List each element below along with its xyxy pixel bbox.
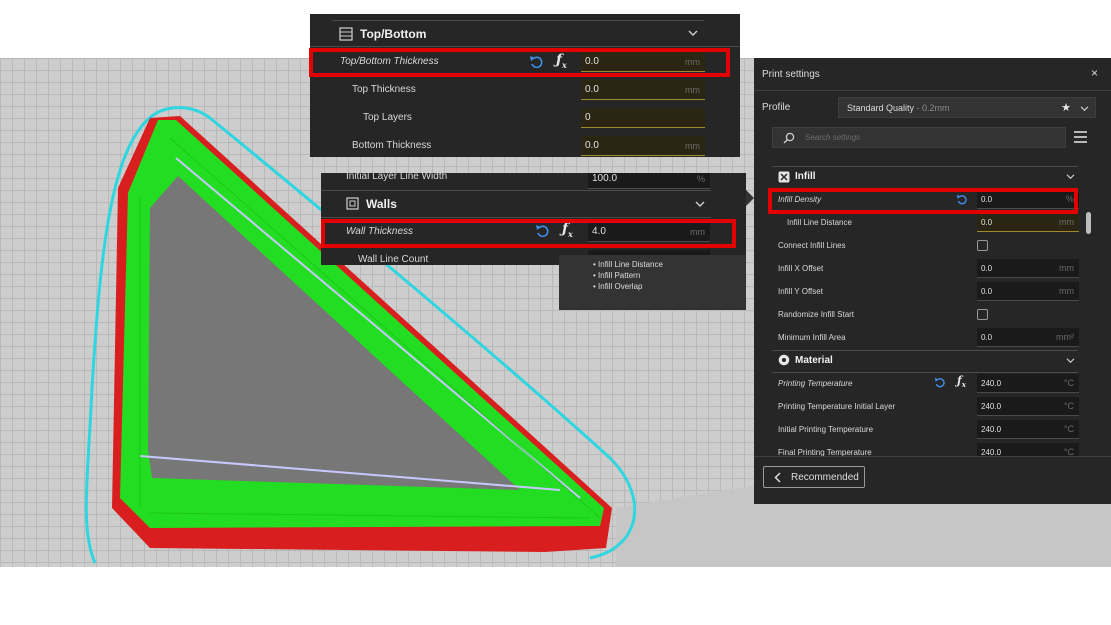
chevron-down-icon[interactable]	[688, 29, 698, 37]
chevron-down-icon[interactable]	[1066, 173, 1075, 180]
final-printing-temperature-label: Final Printing Temperature	[778, 448, 872, 456]
minimum-infill-area-field[interactable]: 0.0 mm²	[977, 328, 1079, 347]
initial-layer-line-width-field[interactable]: 100.0%	[588, 173, 710, 189]
top-thickness-field[interactable]: 0.0 mm	[581, 80, 705, 100]
infill-x-offset-label: Infill X Offset	[778, 264, 824, 273]
profile-suffix: - 0.2mm	[914, 103, 950, 113]
recommended-button-label: Recommended	[791, 472, 859, 483]
printing-temperature-label: Printing Temperature	[778, 379, 853, 388]
search-placeholder: Search settings	[805, 133, 861, 142]
initial-printing-temperature-label: Initial Printing Temperature	[778, 425, 874, 434]
printing-temperature-field[interactable]: 240.0 °C	[977, 374, 1079, 393]
minimum-infill-area-label: Minimum Infill Area	[778, 333, 846, 342]
material-section-icon	[778, 354, 790, 366]
chevron-down-icon[interactable]	[1066, 357, 1075, 364]
divider	[321, 217, 711, 218]
infill-line-distance-label: Infill Line Distance	[787, 218, 852, 227]
top-bottom-section-icon	[339, 27, 353, 41]
close-icon[interactable]: ×	[1091, 66, 1098, 80]
tooltip-item: • Infill Line Distance	[593, 260, 663, 269]
printing-temperature-initial-layer-label: Printing Temperature Initial Layer	[778, 402, 896, 411]
highlight-top-bottom-thickness	[309, 48, 730, 77]
walls-section-icon	[346, 197, 359, 210]
connect-infill-lines-checkbox[interactable]	[977, 240, 988, 251]
bottom-thickness-label: Bottom Thickness	[352, 140, 432, 151]
randomize-infill-start-label: Randomize Infill Start	[778, 310, 855, 319]
section-title-walls: Walls	[366, 197, 397, 211]
section-title-infill: Infill	[795, 171, 816, 182]
section-title-material: Material	[795, 355, 833, 366]
top-thickness-label: Top Thickness	[352, 84, 416, 95]
infill-y-offset-label: Infill Y Offset	[778, 287, 823, 296]
tooltip-item: • Infill Pattern	[593, 271, 641, 280]
profile-dropdown[interactable]: Standard Quality - 0.2mm ★	[838, 97, 1096, 118]
wall-line-count-label: Wall Line Count	[358, 254, 429, 265]
print-settings-panel: Print settings × Profile Standard Qualit…	[754, 58, 1111, 504]
divider	[772, 350, 1078, 351]
highlight-infill-density	[768, 188, 1078, 214]
profile-label: Profile	[762, 102, 791, 113]
search-icon	[783, 132, 795, 144]
infill-section-icon	[778, 171, 790, 183]
search-settings-input[interactable]: Search settings	[772, 127, 1066, 148]
divider	[310, 46, 740, 47]
chevron-down-icon	[1080, 106, 1089, 112]
bottom-thickness-field[interactable]: 0.0 mm	[581, 136, 705, 156]
star-icon[interactable]: ★	[1061, 98, 1071, 118]
tooltip-item: • Infill Overlap	[593, 282, 643, 291]
menu-icon[interactable]	[1073, 130, 1088, 144]
divider	[772, 372, 1078, 373]
section-title-top-bottom: Top/Bottom	[360, 27, 427, 41]
connect-infill-lines-label: Connect Infill Lines	[778, 241, 846, 250]
setting-tooltip: • Infill Line Distance • Infill Pattern …	[559, 255, 746, 310]
recommended-button[interactable]: Recommended	[763, 466, 865, 488]
divider	[332, 20, 704, 21]
final-printing-temperature-field[interactable]: 240.0 °C	[977, 443, 1079, 456]
divider	[321, 190, 711, 191]
chevron-down-icon[interactable]	[695, 200, 705, 208]
highlight-wall-thickness	[321, 219, 736, 248]
infill-x-offset-field[interactable]: 0.0 mm	[977, 259, 1079, 278]
divider	[754, 90, 1111, 91]
function-icon[interactable]: ƒx	[957, 374, 966, 389]
initial-printing-temperature-field[interactable]: 240.0 °C	[977, 420, 1079, 439]
printing-temperature-initial-layer-field[interactable]: 240.0 °C	[977, 397, 1079, 416]
initial-layer-line-width-label: Initial Layer Line Width	[346, 173, 448, 182]
top-layers-field[interactable]: 0	[581, 108, 705, 128]
reset-icon[interactable]	[934, 377, 945, 388]
profile-name: Standard Quality	[847, 103, 915, 113]
infill-line-distance-field[interactable]: 0.0 mm	[977, 213, 1079, 232]
print-settings-title: Print settings	[762, 69, 820, 80]
top-layers-label: Top Layers	[363, 112, 412, 123]
randomize-infill-start-checkbox[interactable]	[977, 309, 988, 320]
top-bottom-settings-panel: Top/Bottom Top/Bottom Thickness ƒx 0.0 mm…	[310, 14, 740, 157]
divider	[772, 166, 1078, 167]
infill-y-offset-field[interactable]: 0.0 mm	[977, 282, 1079, 301]
scrollbar-thumb[interactable]	[1086, 212, 1091, 234]
chevron-left-icon	[774, 472, 781, 483]
divider	[754, 456, 1111, 457]
